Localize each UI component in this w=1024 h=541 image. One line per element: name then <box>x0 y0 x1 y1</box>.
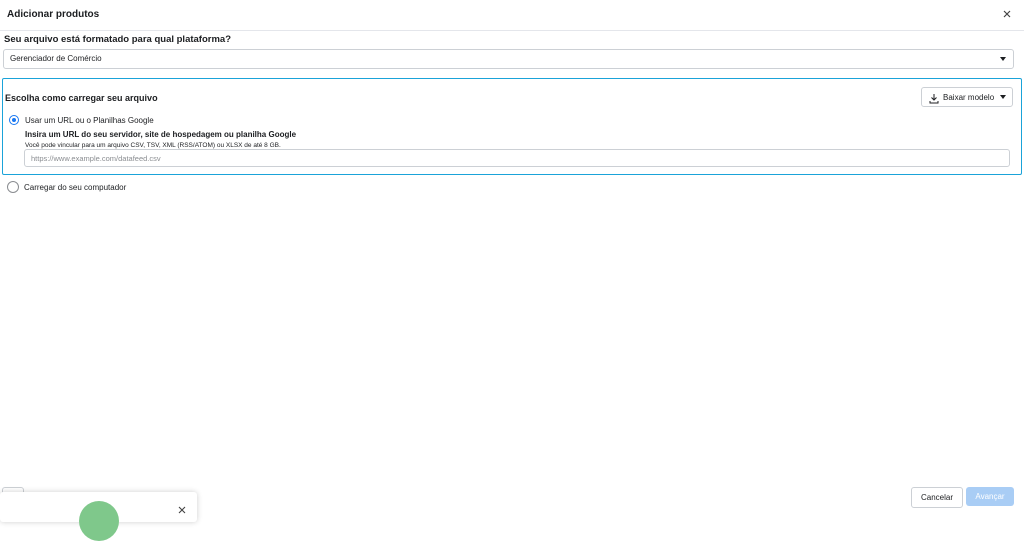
chevron-down-icon <box>1000 95 1006 99</box>
notification-icon <box>79 501 119 541</box>
dialog-title: Adicionar produtos <box>7 9 100 20</box>
computer-option-label[interactable]: Carregar do seu computador <box>24 183 126 192</box>
url-input-title: Insira um URL do seu servidor, site de h… <box>25 130 297 139</box>
chevron-down-icon <box>1000 57 1006 61</box>
close-icon[interactable] <box>177 502 187 514</box>
download-template-label: Baixar modelo <box>943 93 995 102</box>
close-icon[interactable] <box>999 6 1015 22</box>
radio-url-option[interactable] <box>9 115 19 125</box>
platform-question: Seu arquivo está formatado para qual pla… <box>4 34 231 45</box>
platform-select[interactable]: Gerenciador de Comércio <box>3 49 1014 69</box>
url-input-description: Você pode vincular para um arquivo CSV, … <box>25 142 281 149</box>
notification-popup <box>0 492 197 541</box>
cancel-button[interactable]: Cancelar <box>911 487 963 508</box>
radio-computer-option[interactable] <box>7 181 19 193</box>
upload-method-section: Escolha como carregar seu arquivo Baixar… <box>2 78 1022 175</box>
download-icon <box>929 91 939 109</box>
url-input[interactable] <box>24 149 1010 167</box>
download-template-button[interactable]: Baixar modelo <box>921 87 1013 107</box>
section-title: Escolha como carregar seu arquivo <box>5 93 158 103</box>
url-option-label[interactable]: Usar um URL ou o Planilhas Google <box>25 116 154 125</box>
next-button[interactable]: Avançar <box>966 487 1014 506</box>
platform-selected-value: Gerenciador de Comércio <box>10 54 102 63</box>
dialog-header: Adicionar produtos <box>0 0 1024 31</box>
